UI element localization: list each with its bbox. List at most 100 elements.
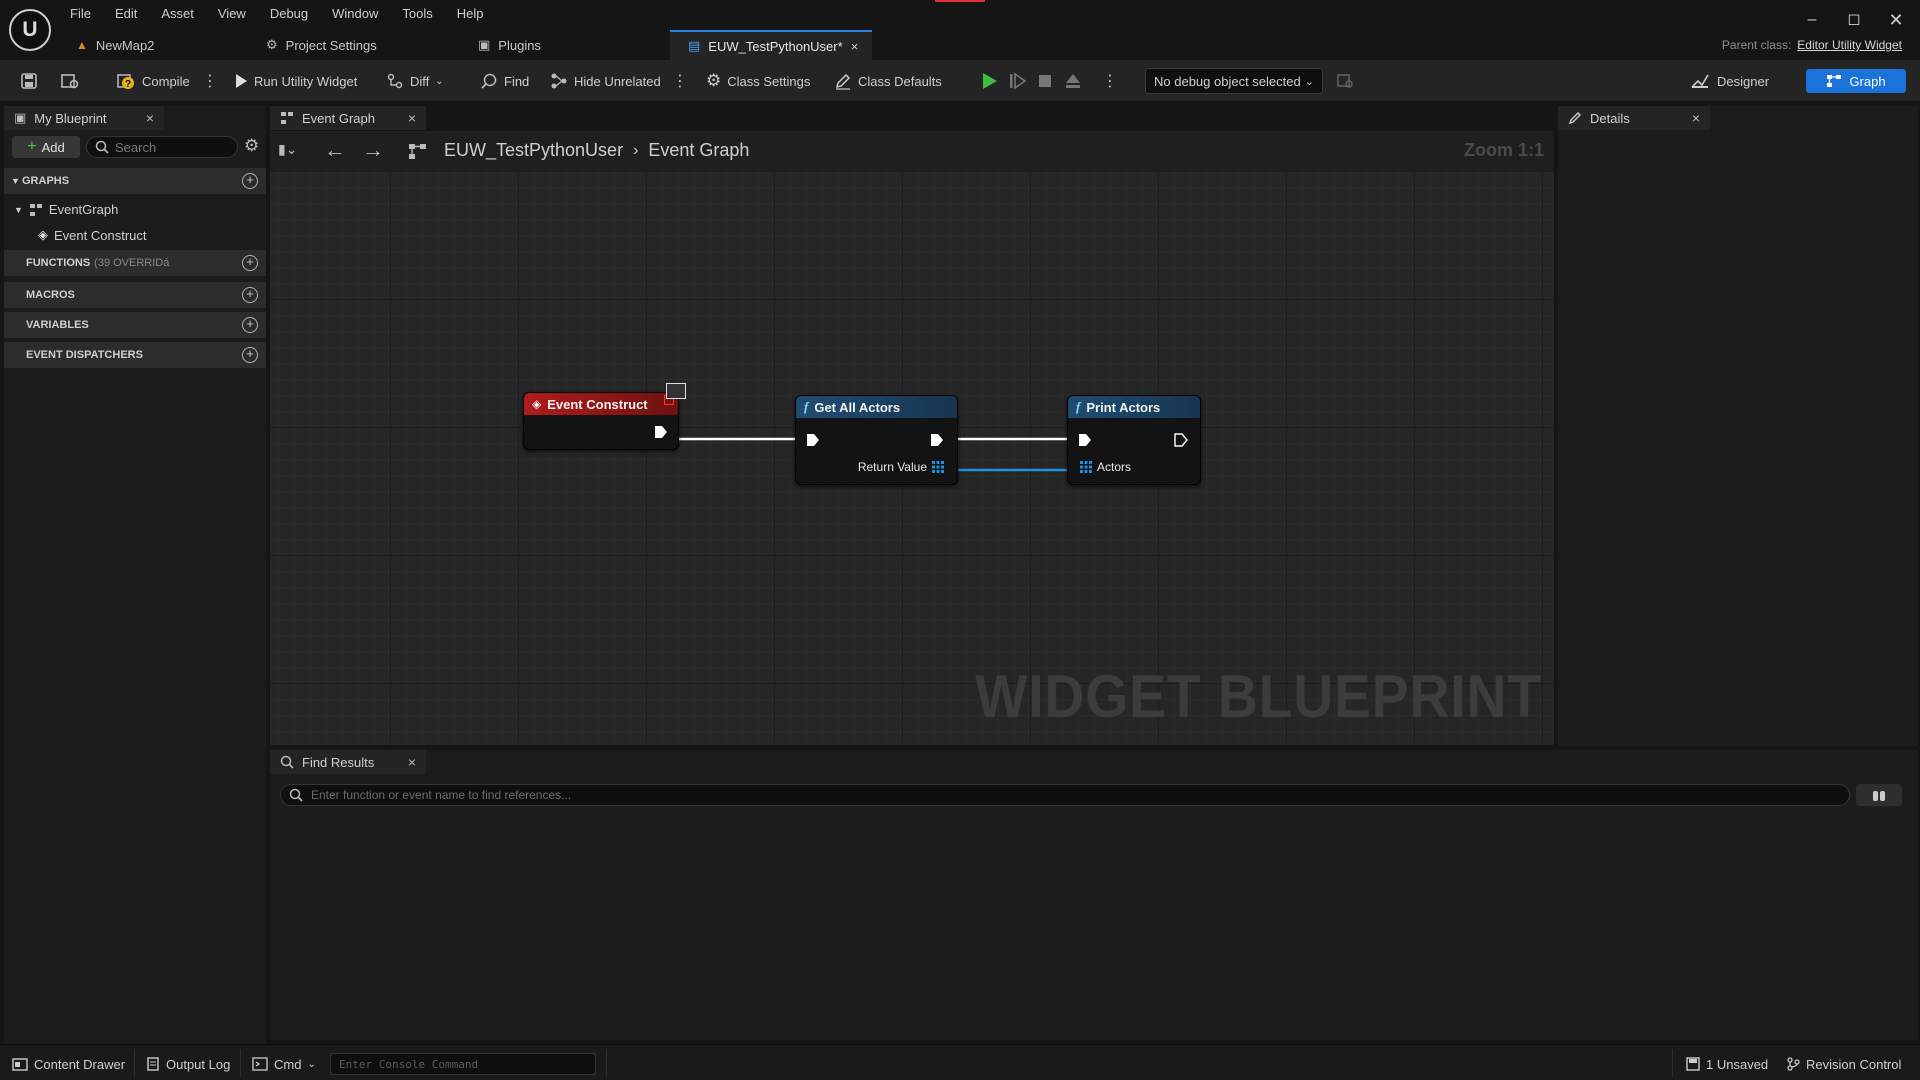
main-toolbar: ? Compile ⋮ Run Utility Widget Diff ⌄ Fi… [0, 60, 1920, 102]
simulation-options-icon[interactable]: ⋮ [1096, 67, 1123, 95]
exec-output-pin[interactable] [930, 433, 944, 447]
array-input-pin[interactable] [1080, 461, 1092, 473]
blueprint-icon: ▤ [688, 38, 701, 53]
close-icon[interactable]: × [408, 754, 416, 770]
node-event-construct[interactable]: ◈ Event Construct [523, 392, 679, 450]
step-icon[interactable] [1008, 72, 1026, 90]
section-variables[interactable]: VARIABLES + [4, 312, 266, 338]
add-button[interactable]: + Add [12, 136, 80, 158]
minimize-icon[interactable]: – [1798, 8, 1826, 32]
diff-button[interactable]: Diff ⌄ [380, 67, 450, 95]
menu-bar: File Edit Asset View Debug Window Tools … [58, 3, 496, 25]
title-bar: U File Edit Asset View Debug Window Tool… [0, 0, 1920, 60]
section-event-dispatchers[interactable]: EVENT DISPATCHERS + [4, 342, 266, 368]
tab-my-blueprint[interactable]: ▣ My Blueprint × [4, 106, 164, 130]
add-function-icon[interactable]: + [242, 255, 258, 271]
binoculars-icon [1873, 791, 1885, 801]
close-icon[interactable]: × [1692, 110, 1700, 126]
node-header: ◈ Event Construct [524, 393, 678, 415]
add-dispatcher-icon[interactable]: + [242, 347, 258, 363]
graph-tab-bar: Event Graph × [270, 106, 1554, 130]
close-window-icon[interactable]: ✕ [1882, 8, 1910, 32]
maximize-icon[interactable]: ◻ [1840, 8, 1868, 32]
parent-class-link[interactable]: Editor Utility Widget [1797, 38, 1902, 52]
array-output-pin[interactable] [932, 461, 944, 473]
exec-output-pin[interactable] [654, 425, 668, 439]
hide-unrelated-button[interactable]: Hide Unrelated [544, 67, 667, 95]
node-print-actors[interactable]: f Print Actors Actors [1067, 395, 1201, 485]
search-input[interactable]: Search [86, 136, 238, 158]
close-icon[interactable]: × [146, 110, 154, 126]
play-icon [236, 74, 247, 88]
menu-file[interactable]: File [58, 3, 103, 25]
exec-input-pin[interactable] [1078, 433, 1092, 447]
chevron-down-icon: ⌄ [307, 1058, 316, 1070]
eject-icon[interactable] [1064, 72, 1082, 90]
revision-control-button[interactable]: Revision Control [1786, 1053, 1901, 1075]
save-button[interactable] [14, 67, 44, 95]
exec-input-pin[interactable] [806, 433, 820, 447]
settings-gear-icon[interactable]: ⚙ [244, 136, 259, 156]
event-graph-icon [281, 112, 293, 124]
menu-view[interactable]: View [206, 3, 258, 25]
close-icon[interactable]: × [408, 110, 416, 126]
tree-item-eventgraph[interactable]: ▼ EventGraph [14, 202, 118, 217]
exec-output-pin[interactable] [1174, 433, 1188, 447]
doc-tab-plugins[interactable]: ▣ Plugins [460, 30, 670, 60]
graph-canvas[interactable]: ▮⌄ ← → EUW_TestPythonUser › Event Graph … [270, 131, 1554, 745]
debug-object-select[interactable]: No debug object selected ⌄ [1145, 68, 1323, 94]
output-log-button[interactable]: Output Log [146, 1053, 230, 1075]
window-accent-bar [935, 0, 985, 2]
hide-unrelated-icon [551, 73, 567, 89]
add-graph-icon[interactable]: + [242, 173, 258, 189]
play-simulation-icon[interactable] [980, 72, 998, 90]
section-macros[interactable]: MACROS + [4, 282, 266, 308]
menu-help[interactable]: Help [445, 3, 496, 25]
content-drawer-icon [12, 1058, 28, 1071]
compile-options-icon[interactable]: ⋮ [196, 67, 223, 95]
add-variable-icon[interactable]: + [242, 317, 258, 333]
find-in-all-blueprints-button[interactable] [1856, 784, 1902, 806]
section-functions[interactable]: FUNCTIONS (39 OVERRIDá + [4, 250, 266, 276]
tab-event-graph[interactable]: Event Graph × [270, 106, 426, 130]
cmd-select[interactable]: Cmd ⌄ [252, 1053, 316, 1075]
content-drawer-button[interactable]: Content Drawer [12, 1053, 125, 1075]
menu-window[interactable]: Window [320, 3, 390, 25]
tab-find-results[interactable]: Find Results × [270, 750, 426, 774]
menu-debug[interactable]: Debug [258, 3, 320, 25]
menu-tools[interactable]: Tools [390, 3, 444, 25]
graph-mode-button[interactable]: Graph [1806, 69, 1906, 93]
find-results-panel: Find Results × Enter function or event n… [270, 750, 1918, 1040]
simulation-controls [974, 67, 1088, 95]
find-button[interactable]: Find [474, 67, 535, 95]
close-tab-icon[interactable]: × [851, 39, 859, 54]
browse-button[interactable] [54, 67, 86, 95]
compile-button[interactable]: ? Compile [110, 67, 196, 95]
event-diamond-icon: ◈ [532, 397, 542, 411]
search-icon [95, 140, 109, 154]
tab-details[interactable]: Details × [1558, 106, 1710, 130]
run-utility-widget-button[interactable]: Run Utility Widget [228, 67, 363, 95]
menu-asset[interactable]: Asset [149, 3, 206, 25]
add-macro-icon[interactable]: + [242, 287, 258, 303]
class-defaults-button[interactable]: Class Defaults [828, 67, 948, 95]
doc-tab-newmap2[interactable]: ▲ NewMap2 [58, 30, 248, 60]
caret-down-icon: ▼ [14, 204, 23, 215]
graph-options-icon[interactable]: ⋮ [666, 67, 693, 95]
find-references-input[interactable]: Enter function or event name to find ref… [280, 784, 1850, 806]
designer-mode-button[interactable]: Designer [1690, 69, 1769, 93]
console-command-input[interactable]: Enter Console Command [330, 1053, 596, 1075]
chevron-down-icon: ⌄ [435, 75, 444, 87]
doc-tab-project-settings[interactable]: ⚙ Project Settings [248, 30, 460, 60]
section-graphs[interactable]: ▼ GRAPHS + [4, 168, 266, 194]
unsaved-button[interactable]: 1 Unsaved [1686, 1053, 1768, 1075]
unreal-logo-icon[interactable]: U [9, 9, 51, 51]
pin-tooltip-icon [666, 383, 686, 399]
class-settings-button[interactable]: ⚙ Class Settings [700, 67, 816, 95]
stop-icon[interactable] [1036, 72, 1054, 90]
debug-browse-icon[interactable] [1330, 67, 1360, 95]
doc-tab-euw-testpythonuser[interactable]: ▤ EUW_TestPythonUser* × [670, 30, 872, 60]
tree-item-event-construct[interactable]: ◈ Event Construct [38, 227, 147, 243]
node-get-all-actors[interactable]: f Get All Actors Return Value [795, 395, 958, 485]
menu-edit[interactable]: Edit [103, 3, 149, 25]
